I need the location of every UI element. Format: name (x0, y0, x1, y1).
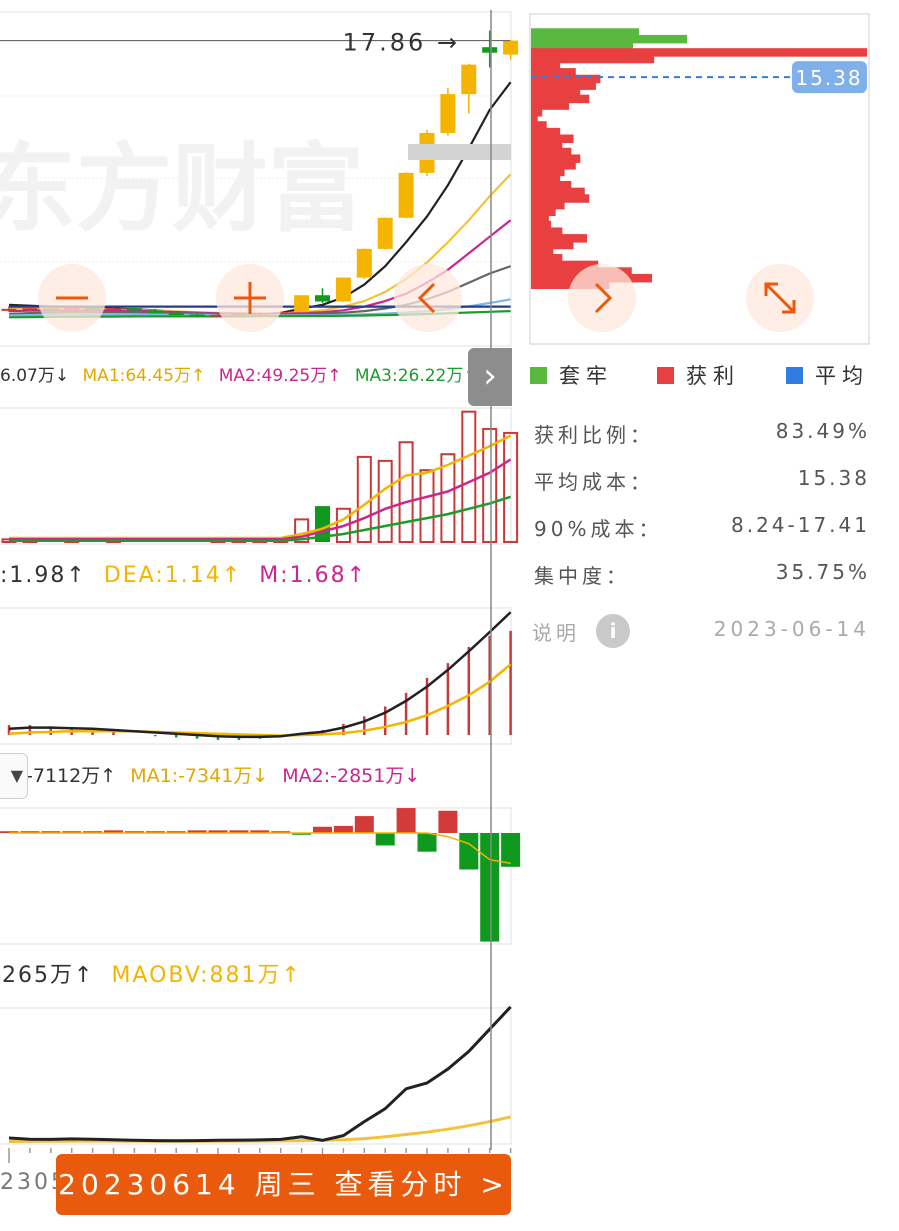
scroll-left-button[interactable] (394, 264, 462, 332)
volume-bar (398, 441, 414, 543)
volume-head: 6.07万↓ (0, 366, 70, 386)
maobv-value: MAOBV:881万↑ (111, 963, 302, 988)
stat-profit-ratio: 获利比例： 83.49% (534, 419, 870, 447)
chevron-right-icon: › (483, 356, 497, 396)
watermark: 东方财富 (0, 133, 364, 245)
obv-line (8, 1005, 512, 1143)
chip-date: 2023-06-14 (713, 617, 870, 641)
last-price-label: 17.86 → (343, 29, 460, 57)
volume-indicator: 6.07万↓ MA1:64.45万↑ MA2:49.25万↑ MA3:26.22… (0, 362, 486, 390)
macd-dif: :1.98↑ (0, 563, 87, 588)
candle (315, 295, 330, 302)
legend-swatch-average (786, 366, 803, 384)
indicator-dropdown[interactable]: ▼ (0, 753, 28, 799)
average-cost-label: 15.38 (795, 66, 862, 90)
obv-value: 265万↑ (2, 963, 95, 988)
macd-dif-line (8, 611, 512, 739)
fund-bar (438, 810, 458, 833)
explanation-row[interactable]: 说明 i 2023-06-14 (532, 614, 870, 650)
candle (398, 172, 414, 218)
volume-bar (461, 410, 477, 543)
panel-frame (0, 807, 512, 945)
price-marker (408, 144, 511, 160)
legend-locked: 套牢 (530, 360, 613, 390)
volume-ma3: MA3:26.22万↑ (354, 366, 478, 386)
macd-dea-line (8, 663, 512, 737)
candle (294, 295, 310, 313)
explanation-label: 说明 (532, 621, 580, 645)
fund-ma2: MA2:-2851万↓ (282, 765, 421, 787)
candle (356, 248, 372, 278)
candle (168, 313, 184, 316)
panel-frame (0, 1007, 512, 1145)
volume-ma1-line (9, 434, 512, 540)
macd-panel (7, 611, 512, 740)
fund-bar (375, 833, 395, 846)
volume-bar (419, 469, 435, 543)
overlay-buttons (38, 264, 814, 332)
scroll-right-button[interactable] (568, 264, 636, 332)
fund-bar (354, 816, 374, 833)
legend-swatch-profit (657, 366, 674, 384)
obv-panel (8, 1005, 512, 1163)
fund-bar (333, 825, 353, 833)
collapse-panel-button[interactable]: › (468, 348, 512, 406)
volume-ma2: MA2:49.25万↑ (218, 366, 342, 386)
legend-profit: 获利 (657, 360, 740, 390)
macd-indicator: :1.98↑ DEA:1.14↑ M:1.68↑ (0, 562, 375, 590)
fund-head: -7112万↑ (26, 765, 117, 787)
candle (461, 64, 477, 95)
volume-ma3-line (9, 495, 511, 542)
chip-stats: 获利比例： 83.49% 平均成本： 15.38 90%成本： 8.24-17.… (534, 415, 870, 603)
fund-bar (313, 826, 332, 833)
candle (440, 94, 456, 133)
candle (377, 217, 393, 249)
candle (106, 308, 121, 311)
macd-m: M:1.68↑ (259, 563, 367, 588)
stat-90-cost: 90%成本： 8.24-17.41 (534, 513, 870, 541)
view-intraday-button[interactable]: 20230614 周三 查看分时 > (56, 1154, 511, 1215)
chip-distribution-panel: 15.38 (531, 28, 867, 290)
candle (22, 308, 38, 311)
volume-ma2-line (9, 458, 512, 541)
panel-frame (0, 607, 512, 745)
macd-dea: DEA:1.14↑ (103, 563, 243, 588)
candle (335, 277, 351, 302)
fund-bar (459, 833, 479, 870)
candle (482, 47, 498, 53)
volume-panel (1, 410, 519, 544)
volume-ma1: MA1:64.45万↑ (82, 366, 206, 386)
candle (1, 308, 17, 311)
fund-flow-panel (0, 808, 521, 942)
fund-bar (417, 833, 437, 852)
candle (189, 314, 205, 317)
watermark-text: 东方财富 (0, 133, 364, 245)
info-icon[interactable]: i (596, 614, 630, 648)
obv-indicator: 265万↑ MAOBV:881万↑ (2, 962, 310, 990)
fund-ma1: MA1:-7341万↓ (130, 765, 269, 787)
candle (147, 310, 163, 314)
chip-legend: 套牢 获利 平均 (530, 360, 890, 390)
caret-down-icon: ▼ (10, 766, 23, 785)
fund-bar (480, 833, 500, 942)
legend-swatch-locked (530, 366, 547, 384)
stat-average-cost: 平均成本： 15.38 (534, 466, 870, 494)
fund-bar (396, 808, 416, 833)
stat-concentration: 集中度： 35.75% (534, 560, 870, 588)
candle (503, 40, 519, 55)
candle (126, 308, 142, 311)
legend-average: 平均 (786, 360, 869, 390)
fund-indicator: -7112万↑ MA1:-7341万↓ MA2:-2851万↓ (26, 762, 428, 790)
volume-bar (377, 459, 393, 543)
